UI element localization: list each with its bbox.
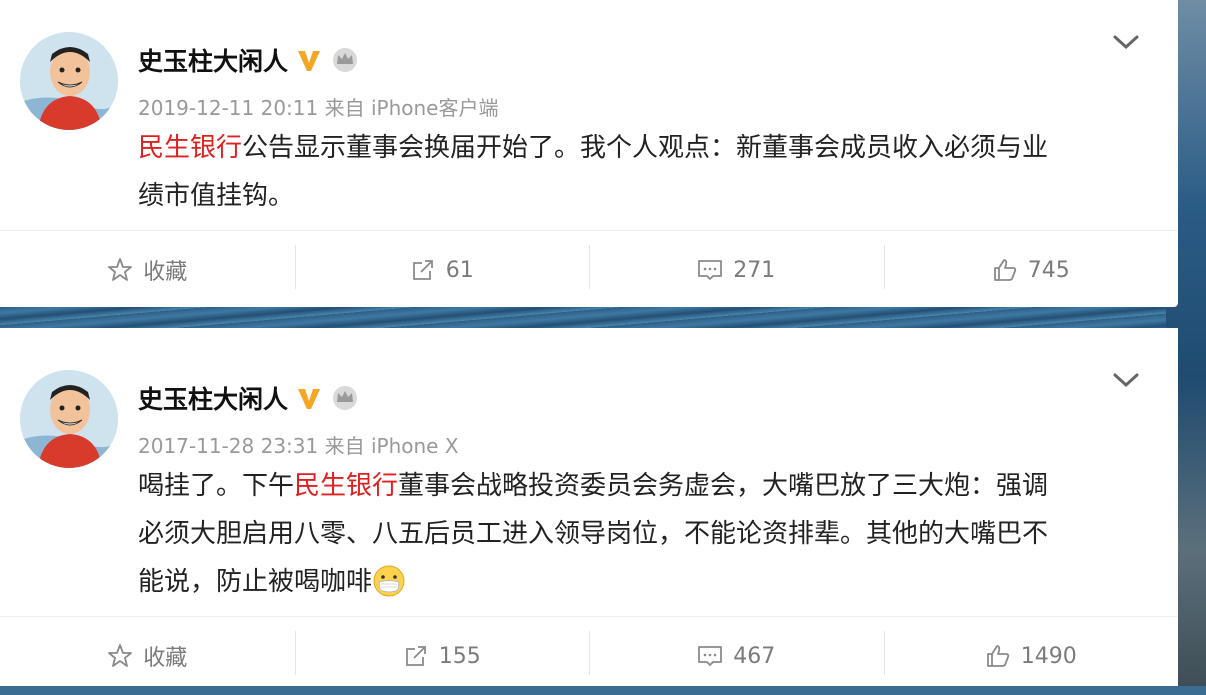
crown-icon (333, 386, 358, 410)
comment-count: 271 (733, 257, 776, 283)
avatar[interactable] (20, 370, 118, 468)
post-text-line: 能说，防止被喝咖啡 (138, 558, 1138, 606)
author-name[interactable]: 史玉柱大闲人 (138, 42, 288, 78)
favorite-label: 收藏 (143, 260, 188, 285)
bank-link[interactable]: 民生银行 (138, 133, 242, 163)
source: 来自 iPhone X (324, 434, 459, 458)
post-text: 民生银行公告显示董事会换届开始了。我个人观点：新董事会成员收入必须与业 绩市值挂… (138, 124, 1138, 220)
favorite-button[interactable]: 收藏 (0, 617, 295, 695)
share-button[interactable]: 155 (294, 617, 590, 695)
action-bar: 收藏 61 271 745 (0, 230, 1178, 309)
share-button[interactable]: 61 (294, 231, 590, 309)
mask-face-emoji-icon (373, 565, 405, 597)
share-icon (412, 260, 433, 280)
post-text-segment: 能说，防止被喝咖啡 (138, 567, 373, 597)
comment-icon (698, 646, 723, 666)
post-text-segment: 喝挂了。下午 (138, 471, 295, 501)
like-button[interactable]: 745 (883, 231, 1179, 309)
author-name[interactable]: 史玉柱大闲人 (138, 380, 288, 416)
author-name-row: 史玉柱大闲人 (138, 42, 360, 78)
star-icon (108, 258, 133, 281)
share-icon (405, 646, 426, 666)
comment-count: 467 (733, 643, 776, 669)
thumbs-up-icon (993, 259, 1016, 281)
avatar[interactable] (20, 32, 118, 130)
chevron-down-icon[interactable] (1112, 370, 1140, 390)
share-count: 155 (438, 643, 481, 669)
bank-link[interactable]: 民生银行 (294, 471, 398, 501)
post-text-line: 绩市值挂钩。 (138, 181, 295, 211)
verified-v-icon (298, 389, 321, 409)
share-count: 61 (445, 257, 474, 283)
like-count: 745 (1027, 257, 1070, 283)
post-text-segment: 公告显示董事会换届开始了。我个人观点：新董事会成员收入必须与业 (242, 133, 1049, 163)
like-count: 1490 (1020, 643, 1077, 669)
chevron-down-icon[interactable] (1112, 32, 1140, 52)
weibo-post-card: 史玉柱大闲人 2017-11-28 23:31 来自 iPhone X 喝挂了。… (0, 328, 1178, 686)
post-text: 喝挂了。下午民生银行董事会战略投资委员会务虚会，大嘴巴放了三大炮：强调 必须大胆… (138, 462, 1138, 606)
verified-v-icon (298, 51, 321, 71)
weibo-post-card: 史玉柱大闲人 2019-12-11 20:11 来自 iPhone客户端 民生银… (0, 0, 1178, 307)
timestamp[interactable]: 2019-12-11 20:11 (138, 96, 318, 120)
post-text-line: 必须大胆启用八零、八五后员工进入领导岗位，不能论资排辈。其他的大嘴巴不 (138, 519, 1049, 549)
post-text-line: 民生银行公告显示董事会换届开始了。我个人观点：新董事会成员收入必须与业 (138, 124, 1138, 172)
source: 来自 iPhone客户端 (324, 96, 499, 120)
comment-button[interactable]: 271 (589, 231, 884, 309)
post-meta: 2019-12-11 20:11 来自 iPhone客户端 (138, 92, 498, 121)
favorite-button[interactable]: 收藏 (0, 231, 295, 309)
action-bar: 收藏 155 467 1490 (0, 616, 1178, 695)
post-text-segment: 董事会战略投资委员会务虚会，大嘴巴放了三大炮：强调 (398, 471, 1049, 501)
crown-icon (333, 48, 358, 72)
thumbs-up-icon (986, 645, 1009, 667)
post-text-line: 喝挂了。下午民生银行董事会战略投资委员会务虚会，大嘴巴放了三大炮：强调 (138, 462, 1138, 510)
favorite-label: 收藏 (143, 646, 188, 671)
star-icon (108, 644, 133, 667)
post-meta: 2017-11-28 23:31 来自 iPhone X (138, 430, 459, 459)
author-name-row: 史玉柱大闲人 (138, 380, 360, 416)
like-button[interactable]: 1490 (883, 617, 1179, 695)
timestamp[interactable]: 2017-11-28 23:31 (138, 434, 318, 458)
comment-button[interactable]: 467 (589, 617, 884, 695)
comment-icon (698, 260, 723, 280)
